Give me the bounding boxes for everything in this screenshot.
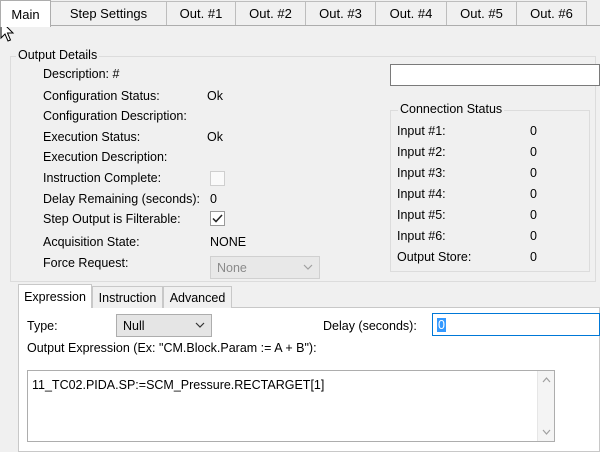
- input-2-label: Input #2:: [397, 145, 446, 159]
- chevron-down-icon: [195, 322, 205, 328]
- active-tab-joiner: [19, 307, 91, 309]
- exec-status-label: Execution Status:: [43, 130, 141, 144]
- tab-out-3[interactable]: Out. #3: [305, 1, 376, 25]
- tab-out-1-label: Out. #1: [179, 6, 223, 21]
- acquisition-state-label: Acquisition State:: [43, 235, 140, 249]
- delay-seconds-value: 0: [437, 317, 446, 332]
- input-1-label: Input #1:: [397, 124, 446, 138]
- tab-advanced[interactable]: Advanced: [163, 286, 232, 308]
- output-expression-textarea[interactable]: 11_TC02.PIDA.SP:=SCM_Pressure.RECTARGET[…: [27, 370, 555, 442]
- checkmark-icon: [212, 214, 223, 223]
- force-request-select[interactable]: None: [210, 256, 320, 279]
- exec-description-label: Execution Description:: [43, 150, 168, 164]
- tab-out-5[interactable]: Out. #5: [446, 1, 517, 25]
- output-expression-label: Output Expression (Ex: "CM.Block.Param :…: [27, 341, 317, 355]
- input-4-label: Input #4:: [397, 187, 446, 201]
- delay-remaining-label: Delay Remaining (seconds):: [43, 192, 201, 206]
- tab-out-6[interactable]: Out. #6: [516, 1, 587, 25]
- tab-out-2[interactable]: Out. #2: [235, 1, 306, 25]
- input-5-label: Input #5:: [397, 208, 446, 222]
- scroll-down-icon[interactable]: [542, 429, 551, 435]
- config-status-value: Ok: [207, 89, 223, 103]
- tab-out-4-label: Out. #4: [389, 6, 433, 21]
- connection-status-title: Connection Status: [398, 102, 505, 116]
- input-2-value: 0: [530, 145, 537, 159]
- step-filterable-checkbox[interactable]: [210, 211, 225, 226]
- tab-step-settings[interactable]: Step Settings: [50, 1, 167, 25]
- input-3-label: Input #3:: [397, 166, 446, 180]
- force-request-label: Force Request:: [43, 256, 129, 270]
- output-details-title: Output Details: [16, 48, 100, 62]
- type-value: Null: [123, 318, 145, 333]
- input-5-value: 0: [530, 208, 537, 222]
- output-store-value: 0: [530, 250, 537, 264]
- tab-main[interactable]: Main: [0, 0, 51, 27]
- tab-instruction[interactable]: Instruction: [92, 286, 163, 308]
- tab-bar: Main Step Settings Out. #1 Out. #2 Out. …: [0, 0, 600, 27]
- tab-out-1[interactable]: Out. #1: [166, 1, 236, 25]
- tab-bar-divider: [0, 25, 600, 26]
- tab-main-label: Main: [11, 6, 40, 22]
- tab-advanced-label: Advanced: [169, 290, 226, 305]
- tab-step-settings-label: Step Settings: [69, 6, 148, 21]
- instruction-complete-label: Instruction Complete:: [43, 171, 162, 185]
- delay-remaining-value: 0: [210, 192, 217, 206]
- acquisition-state-value: NONE: [210, 235, 247, 249]
- type-select[interactable]: Null: [116, 314, 212, 337]
- tab-out-2-label: Out. #2: [249, 6, 292, 21]
- tab-expression-label: Expression: [24, 289, 86, 304]
- input-6-value: 0: [530, 229, 537, 243]
- force-request-value: None: [217, 260, 247, 275]
- config-status-label: Configuration Status:: [43, 89, 160, 103]
- description-field[interactable]: [390, 64, 600, 86]
- step-filterable-label: Step Output is Filterable:: [43, 212, 181, 226]
- output-store-label: Output Store:: [397, 250, 472, 264]
- tab-out-4[interactable]: Out. #4: [375, 1, 447, 25]
- input-4-value: 0: [530, 187, 537, 201]
- tab-out-5-label: Out. #5: [460, 6, 503, 21]
- chevron-down-icon: [303, 264, 313, 270]
- tab-expression[interactable]: Expression: [18, 284, 92, 308]
- instruction-complete-checkbox[interactable]: [210, 171, 225, 186]
- type-label: Type:: [27, 319, 58, 333]
- input-3-value: 0: [530, 166, 537, 180]
- tab-out-3-label: Out. #3: [319, 6, 362, 21]
- delay-seconds-label: Delay (seconds):: [323, 319, 417, 333]
- exec-status-value: Ok: [207, 130, 223, 144]
- delay-seconds-input[interactable]: 0: [432, 313, 600, 336]
- expression-scrollbar[interactable]: [537, 371, 554, 441]
- output-expression-text: 11_TC02.PIDA.SP:=SCM_Pressure.RECTARGET[…: [32, 378, 325, 392]
- input-6-label: Input #6:: [397, 229, 446, 243]
- scroll-up-icon[interactable]: [542, 377, 551, 383]
- tab-out-6-label: Out. #6: [530, 6, 573, 21]
- description-label: Description: #: [43, 67, 120, 81]
- input-1-value: 0: [530, 124, 537, 138]
- config-description-label: Configuration Description:: [43, 109, 187, 123]
- tab-instruction-label: Instruction: [98, 290, 157, 305]
